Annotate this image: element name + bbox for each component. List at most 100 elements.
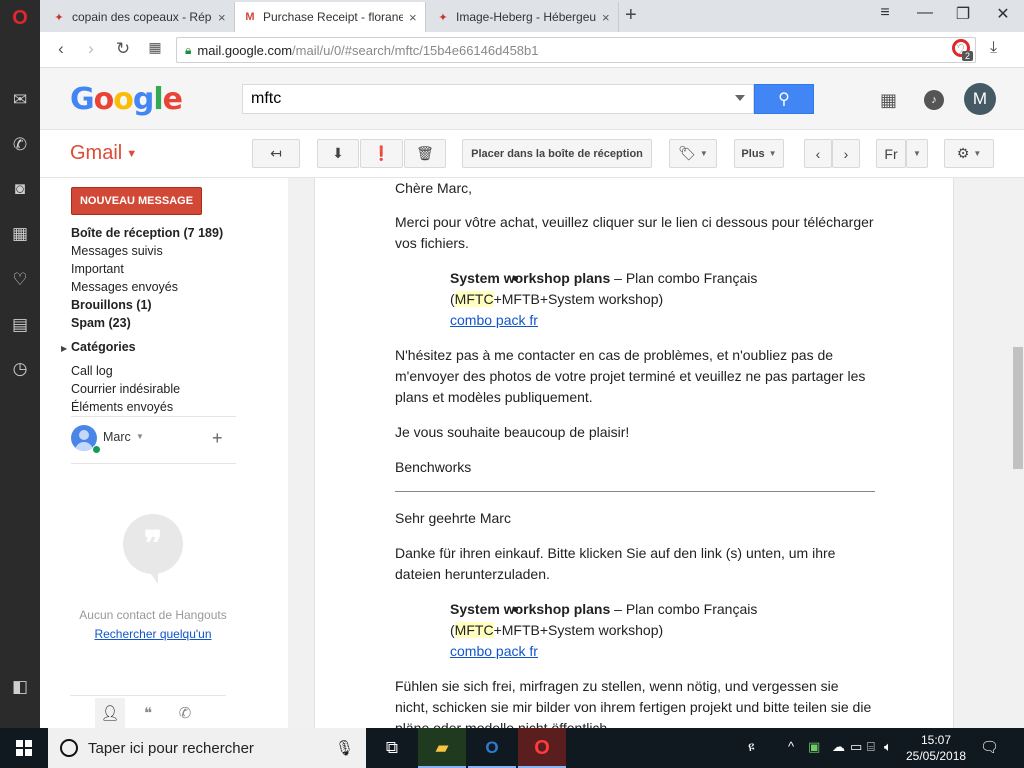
- paragraph-de-2: Fühlen sie sich frei, mirfragen zu stell…: [395, 678, 872, 728]
- app-tray-icon[interactable]: ▣: [808, 739, 820, 755]
- delete-button[interactable]: 🗑︎: [404, 139, 446, 168]
- restore-icon[interactable]: ❐: [948, 4, 978, 24]
- hangouts-chat-icon[interactable]: ❝: [133, 698, 163, 728]
- hangouts-user-name[interactable]: Marc: [103, 430, 131, 444]
- opera-taskbar-icon[interactable]: O: [518, 728, 566, 768]
- search-highlight: MFTC: [454, 622, 494, 638]
- tab-menu-icon[interactable]: ≡: [870, 4, 900, 22]
- nav-drafts[interactable]: Brouillons (1): [71, 298, 152, 312]
- sidebar-toggle-icon[interactable]: ◧: [8, 675, 32, 699]
- cortana-icon: [60, 739, 78, 757]
- download-link[interactable]: combo pack fr: [450, 312, 538, 328]
- notifications-bell-icon[interactable]: ♪: [924, 90, 944, 110]
- input-language-menu[interactable]: ▼: [906, 139, 928, 168]
- usb-eject-icon[interactable]: ▭: [850, 739, 862, 755]
- signature: Benchworks: [395, 459, 472, 475]
- nav-important[interactable]: Important: [71, 262, 124, 276]
- nav-sent[interactable]: Messages envoyés: [71, 280, 178, 294]
- hangouts-quote-icon: ❞: [123, 514, 183, 574]
- mail-search-input[interactable]: [243, 85, 713, 113]
- add-icon[interactable]: +: [212, 428, 223, 449]
- nav-inbox[interactable]: Boîte de réception (7 189): [71, 226, 223, 240]
- speed-dial-grid-icon[interactable]: ▦: [144, 39, 166, 56]
- messenger-icon[interactable]: ✉: [8, 88, 32, 112]
- close-tab-icon[interactable]: ×: [602, 10, 610, 25]
- more-button[interactable]: Plus ▼: [734, 139, 784, 168]
- contacts-person-icon[interactable]: 👤︎: [95, 698, 125, 728]
- whatsapp-icon[interactable]: ✆: [8, 133, 32, 157]
- network-icon[interactable]: ⌸: [867, 739, 875, 755]
- reload-icon[interactable]: ↻: [112, 39, 134, 59]
- nav-label-call-log[interactable]: Call log: [71, 364, 113, 378]
- taskbar-search[interactable]: Taper ici pour rechercher 🎙︎: [48, 728, 366, 768]
- account-avatar[interactable]: M: [964, 83, 996, 115]
- microphone-icon[interactable]: 🎙︎: [335, 739, 354, 757]
- nav-categories[interactable]: Catégories: [71, 340, 136, 354]
- new-tab-button[interactable]: +: [625, 4, 637, 27]
- people-icon[interactable]: ዩ: [748, 739, 755, 755]
- camera-icon[interactable]: ◙: [8, 177, 32, 201]
- report-spam-button[interactable]: ❗: [360, 139, 403, 168]
- archive-button[interactable]: ⬇: [317, 139, 359, 168]
- paragraph-fr-3: Je vous souhaite beaucoup de plaisir!: [395, 424, 630, 440]
- tab-image-heberg[interactable]: ✦ Image-Heberg - Hébergeur ×: [428, 2, 619, 32]
- minimize-icon[interactable]: —: [910, 4, 940, 22]
- onedrive-cloud-icon[interactable]: ☁: [832, 739, 845, 755]
- opera-menu-icon[interactable]: O: [8, 6, 32, 30]
- download-link[interactable]: combo pack fr: [450, 643, 538, 659]
- history-icon[interactable]: ◷: [8, 357, 32, 381]
- list-item: System workshop plans – Plan combo Franç…: [395, 268, 875, 331]
- google-logo[interactable]: Google: [70, 82, 183, 117]
- back-to-search-button[interactable]: ↤: [252, 139, 300, 168]
- tab-copain-des-copeaux[interactable]: ✦ copain des copeaux - Répo ×: [44, 2, 235, 32]
- file-explorer-icon[interactable]: ▰: [418, 728, 466, 768]
- search-options-icon[interactable]: [735, 95, 745, 101]
- message-body: Chère Marc, Merci pour vôtre achat, veui…: [314, 178, 954, 728]
- start-button[interactable]: [0, 728, 48, 768]
- search-button[interactable]: ⚲: [754, 84, 814, 114]
- taskbar-clock[interactable]: 15:07 25/05/2018: [906, 732, 966, 764]
- settings-button[interactable]: ⚙ ▼: [944, 139, 994, 168]
- move-to-inbox-button[interactable]: Placer dans la boîte de réception: [462, 139, 652, 168]
- outlook-icon[interactable]: O: [468, 728, 516, 768]
- nav-spam[interactable]: Spam (23): [71, 316, 131, 330]
- back-icon[interactable]: ‹: [50, 39, 72, 59]
- nav-label-sent-items[interactable]: Éléments envoyés: [71, 400, 173, 414]
- close-window-icon[interactable]: ✕: [988, 4, 1018, 24]
- search-someone-link[interactable]: Rechercher quelqu'un: [40, 627, 266, 641]
- forward-icon[interactable]: ›: [80, 39, 102, 59]
- scrollbar-thumb[interactable]: [1013, 347, 1023, 469]
- tab-purchase-receipt[interactable]: M Purchase Receipt - florane ×: [234, 2, 426, 32]
- task-view-icon[interactable]: ⧉: [368, 728, 416, 768]
- tab-title: Purchase Receipt - florane: [263, 10, 403, 24]
- url-field[interactable]: 🔒︎ mail.google.com/mail/u/0/#search/mftc…: [176, 37, 976, 63]
- hangouts-bubble-tail: [148, 570, 158, 584]
- search-icon: ⚲: [778, 91, 790, 108]
- apps-grid-icon[interactable]: ▦: [880, 90, 897, 111]
- close-tab-icon[interactable]: ×: [218, 10, 226, 25]
- speed-dial-icon[interactable]: ▦: [8, 222, 32, 246]
- newer-button[interactable]: ‹: [804, 139, 832, 168]
- chevron-down-icon[interactable]: ▼: [136, 432, 144, 441]
- compose-button[interactable]: NOUVEAU MESSAGE: [71, 187, 202, 215]
- input-language-button[interactable]: Fr: [876, 139, 906, 168]
- show-hidden-icons-chevron-up-icon[interactable]: ^: [788, 739, 794, 754]
- item-paren-rest: +MFTB+System workshop): [493, 622, 664, 638]
- phone-icon[interactable]: ✆: [170, 698, 200, 728]
- gmail-menu[interactable]: Gmail ▼: [70, 142, 137, 165]
- nav-label-junk[interactable]: Courrier indésirable: [71, 382, 180, 396]
- news-icon[interactable]: ▤: [8, 313, 32, 337]
- nav-starred[interactable]: Messages suivis: [71, 244, 163, 258]
- labels-button[interactable]: 🏷︎ ▼: [669, 139, 717, 168]
- expand-arrow-icon[interactable]: ▶: [61, 344, 67, 353]
- older-button[interactable]: ›: [832, 139, 860, 168]
- lock-icon: 🔒︎: [185, 42, 192, 57]
- volume-icon[interactable]: 🔈︎: [884, 739, 892, 755]
- download-icon[interactable]: ⤓: [990, 39, 997, 57]
- close-tab-icon[interactable]: ×: [409, 10, 417, 25]
- paragraph-fr-2: N'hésitez pas à me contacter en cas de p…: [395, 347, 866, 405]
- action-center-icon[interactable]: 🗨︎: [980, 738, 999, 756]
- no-hangouts-contacts: Aucun contact de Hangouts: [79, 608, 227, 622]
- adblock-count: 2: [962, 51, 974, 61]
- bookmarks-heart-icon[interactable]: ♡: [8, 268, 32, 292]
